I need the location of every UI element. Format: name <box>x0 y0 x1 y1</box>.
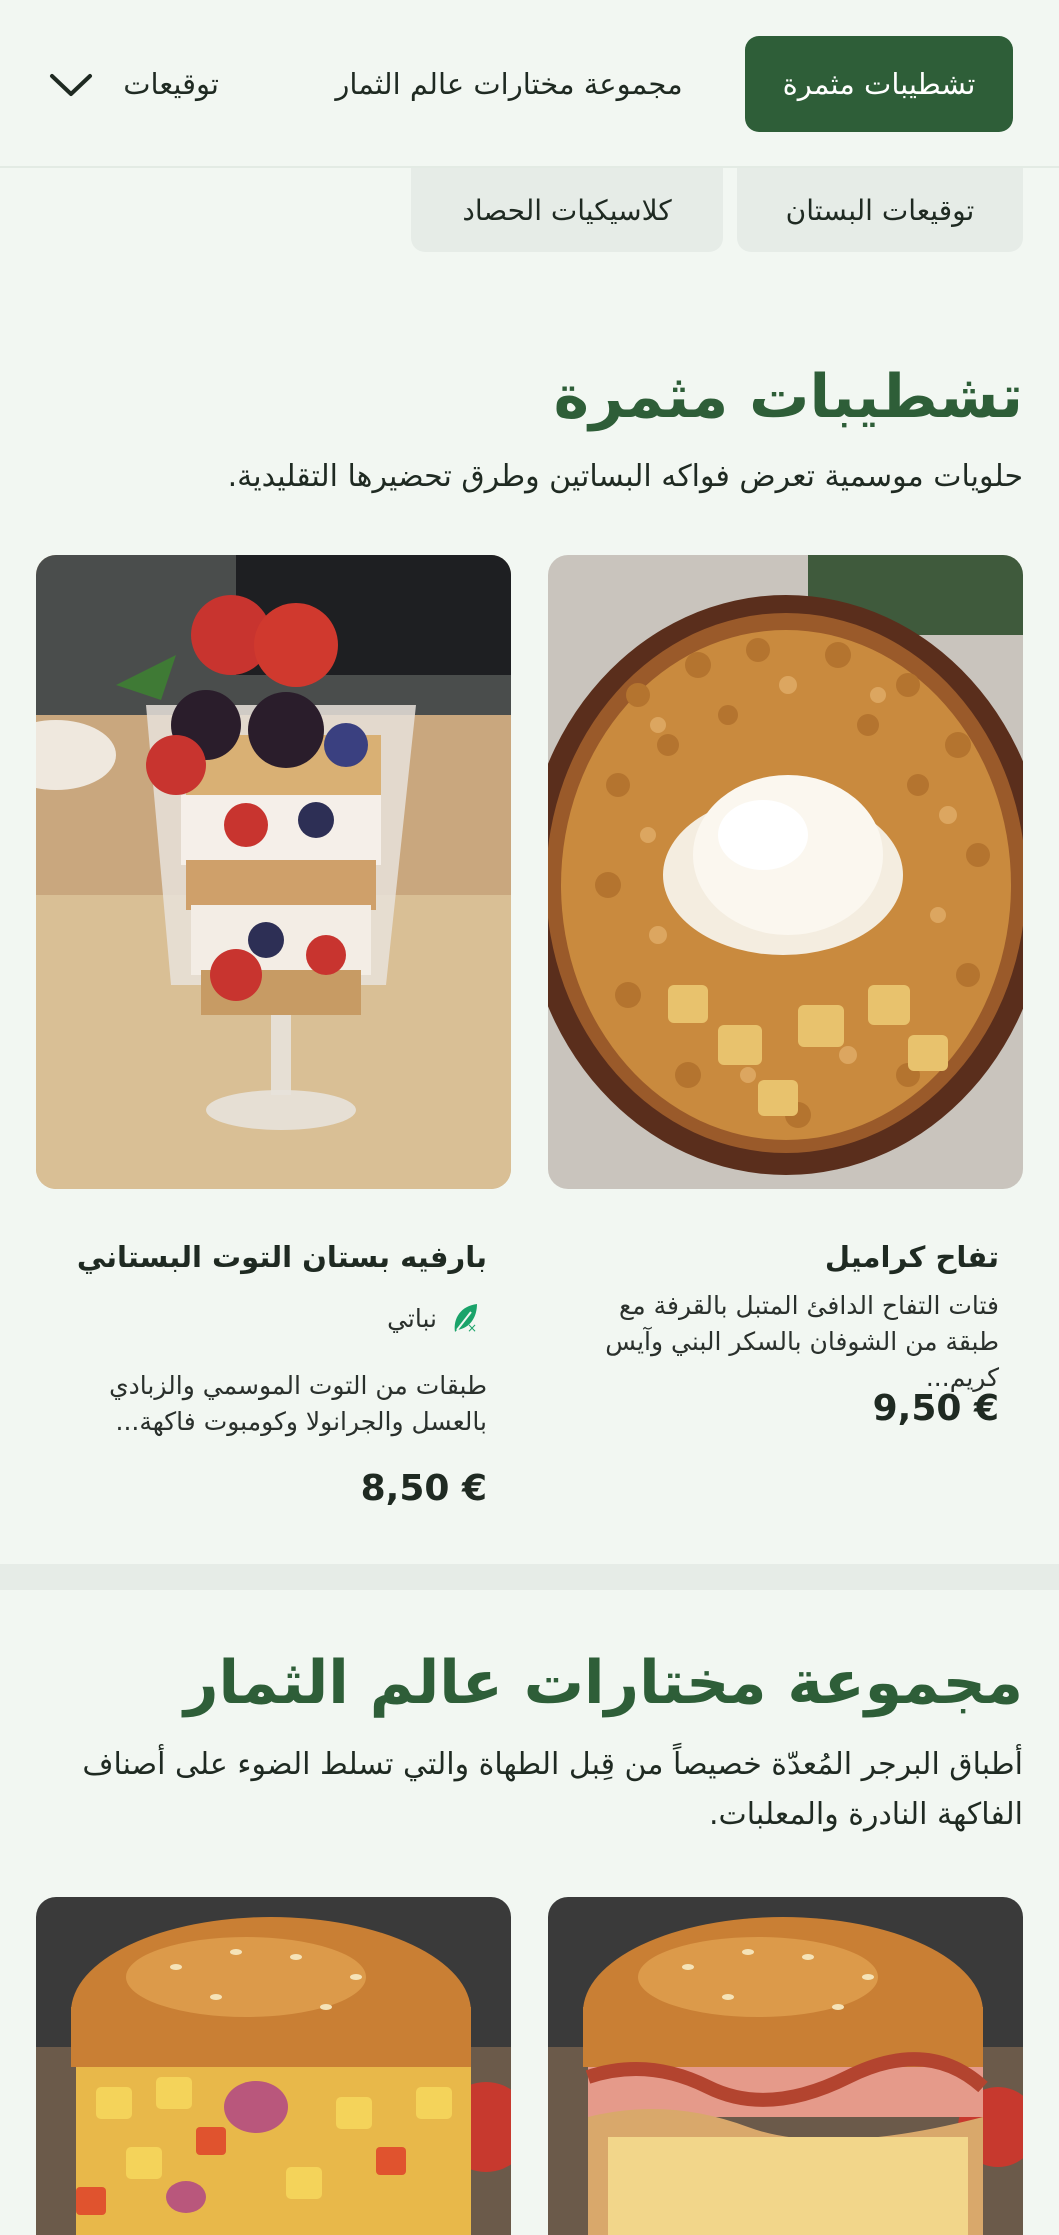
section-title: تشطيبات مثمرة <box>553 362 1023 432</box>
chip-orchard-signatures[interactable]: توقيعات البستان <box>737 168 1023 252</box>
vegetarian-leaf-icon: × <box>454 1304 477 1335</box>
chip-harvest-classics[interactable]: كلاسيكيات الحصاد <box>411 168 723 252</box>
tab-fruity-finishes[interactable]: تشطيبات مثمرة <box>745 36 1013 132</box>
fruit-salsa-burger-photo[interactable] <box>36 1897 511 2235</box>
section-description: حلويات موسمية تعرض فواكه البساتين وطرق ت… <box>227 459 1023 494</box>
svg-text:×: × <box>467 1321 477 1335</box>
section-divider <box>0 1564 1059 1590</box>
item-name[interactable]: تفاح كراميل <box>825 1240 999 1274</box>
item-description: فتات التفاح الدافئ المتبل بالقرفة مع طبق… <box>605 1291 999 1392</box>
category-nav: تشطيبات مثمرة مجموعة مختارات عالم الثمار… <box>0 0 1059 168</box>
item-name[interactable]: بارفيه بستان التوت البستاني <box>77 1240 487 1274</box>
chevron-down-icon[interactable] <box>46 60 96 110</box>
section-description: أطباق البرجر المُعدّة خصيصاً من قِبل الط… <box>82 1747 1023 1832</box>
vegetarian-badge: × نباتي <box>387 1298 487 1338</box>
berry-parfait-photo[interactable] <box>36 555 511 1189</box>
tab-fruit-world-selection[interactable]: مجموعة مختارات عالم الثمار <box>329 36 689 132</box>
section-title: مجموعة مختارات عالم الثمار <box>183 1648 1023 1718</box>
vegetarian-label: نباتي <box>387 1303 437 1333</box>
item-price: 8,50 € <box>360 1468 487 1509</box>
apple-crumble-photo[interactable] <box>548 555 1023 1189</box>
item-price: 9,50 € <box>872 1388 999 1429</box>
bacon-burger-photo[interactable] <box>548 1897 1023 2235</box>
item-description: طبقات من التوت الموسمي والزبادي بالعسل و… <box>109 1371 487 1436</box>
